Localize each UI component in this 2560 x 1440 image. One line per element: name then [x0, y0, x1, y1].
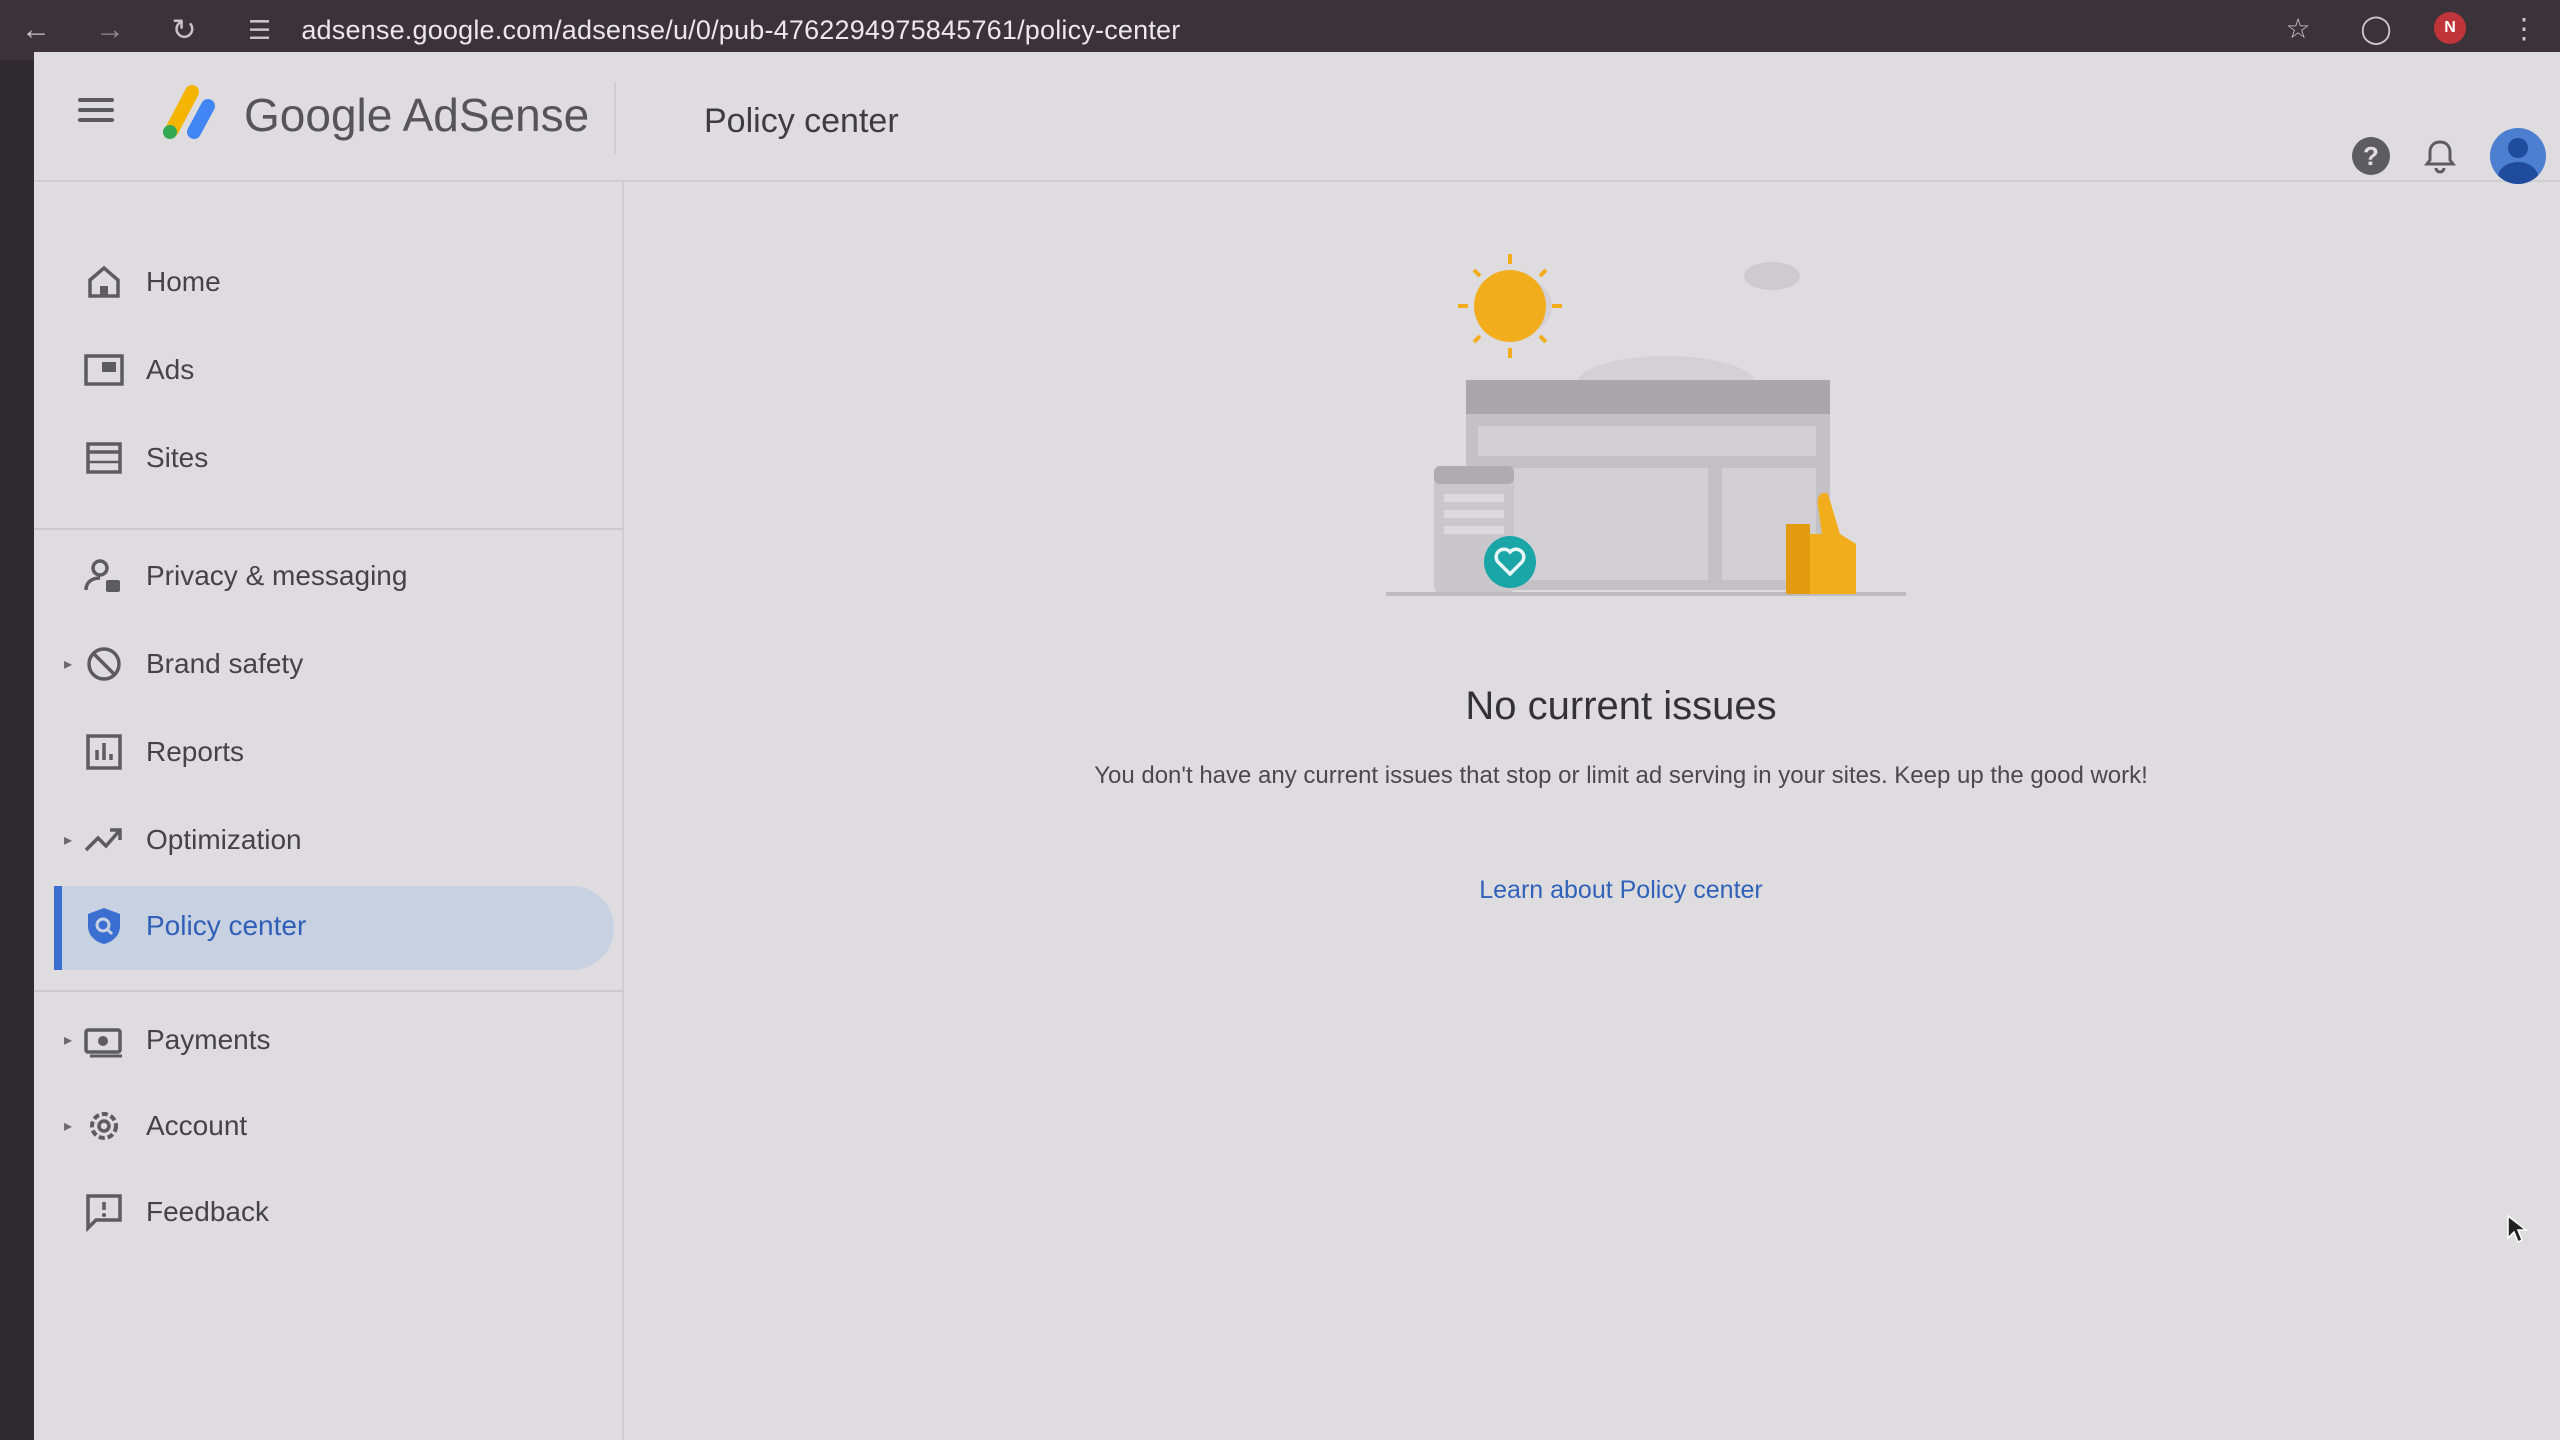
sidebar-item-label: Reports — [146, 736, 245, 767]
account-avatar[interactable] — [2490, 128, 2546, 184]
active-highlight — [54, 886, 614, 970]
sidebar-item-privacy-messaging[interactable]: Privacy & messaging — [34, 536, 614, 616]
sidebar-divider — [34, 990, 624, 992]
main-menu-icon[interactable] — [74, 92, 124, 142]
extension-icon[interactable]: ◯ — [2356, 8, 2396, 48]
empty-state-title: No current issues — [1465, 684, 1777, 728]
sidebar-item-sites[interactable]: Sites — [34, 418, 614, 498]
heart-badge-icon — [1484, 536, 1536, 588]
browser-menu-icon[interactable]: ⋮ — [2504, 8, 2544, 48]
block-icon — [87, 647, 121, 681]
sidebar-item-label: Sites — [146, 442, 209, 473]
payments-icon — [84, 1028, 122, 1058]
reload-icon[interactable]: ↻ — [160, 6, 208, 54]
sidebar-item-label: Brand safety — [146, 648, 304, 679]
sidebar-item-policy-center[interactable]: Policy center — [34, 886, 614, 970]
active-indicator — [54, 886, 62, 970]
brand-name: Google AdSense — [244, 89, 590, 141]
sidebar-item-ads[interactable]: Ads — [34, 330, 614, 410]
main-content: No current issues You don't have any cur… — [626, 184, 2560, 1440]
sidebar-item-label: Home — [146, 266, 221, 297]
notifications-bell-icon[interactable] — [2420, 136, 2460, 176]
policy-shield-icon — [88, 908, 120, 944]
privacy-icon — [84, 559, 120, 592]
expand-arrow-icon[interactable]: ▸ — [64, 654, 72, 674]
bookmark-star-icon[interactable]: ☆ — [2278, 8, 2318, 48]
sidebar-item-reports[interactable]: Reports — [34, 712, 614, 792]
expand-arrow-icon[interactable]: ▸ — [64, 1116, 72, 1136]
expand-arrow-icon[interactable]: ▸ — [64, 830, 72, 850]
back-icon[interactable]: ← — [12, 6, 60, 54]
sites-icon — [86, 442, 122, 474]
address-bar[interactable]: adsense.google.com/adsense/u/0/pub-47622… — [301, 15, 1180, 46]
no-issues-illustration — [1386, 254, 1906, 596]
adsense-app: Google AdSense Policy center ? Home Ads … — [34, 52, 2560, 1440]
browser-profile-badge[interactable]: N — [2434, 12, 2466, 44]
bar-chart-icon — [86, 734, 122, 770]
app-header: Google AdSense Policy center ? — [34, 52, 2560, 184]
sidebar-item-account[interactable]: ▸ Account — [34, 1086, 614, 1166]
sidebar-item-label: Optimization — [146, 824, 302, 855]
header-divider — [614, 82, 616, 154]
sidebar-item-label: Payments — [146, 1024, 271, 1055]
help-icon[interactable]: ? — [2352, 137, 2390, 175]
sidebar-item-brand-safety[interactable]: ▸ Brand safety — [34, 624, 614, 704]
sidebar-nav: Home Ads Sites Privacy & messaging ▸ Bra… — [34, 182, 624, 1440]
site-settings-icon[interactable]: ☰ — [248, 15, 271, 46]
sidebar-item-label: Account — [146, 1110, 248, 1141]
sidebar-item-label: Feedback — [146, 1196, 269, 1227]
page-title: Policy center — [704, 102, 899, 140]
mouse-cursor-icon — [2507, 1214, 2528, 1244]
home-icon — [88, 265, 120, 298]
sidebar-divider — [34, 528, 624, 530]
browser-toolbar: ← → ↻ ☰ adsense.google.com/adsense/u/0/p… — [0, 0, 2560, 60]
sidebar-item-feedback[interactable]: Feedback — [34, 1172, 614, 1252]
sidebar-item-payments[interactable]: ▸ Payments — [34, 1000, 614, 1080]
sidebar-item-home[interactable]: Home — [34, 242, 614, 322]
sidebar-item-label: Privacy & messaging — [146, 560, 408, 591]
sidebar-item-label: Policy center — [146, 910, 307, 941]
ads-icon — [84, 354, 124, 386]
sidebar-item-label: Ads — [146, 354, 195, 385]
forward-icon[interactable]: → — [86, 6, 134, 54]
sidebar-item-optimization[interactable]: ▸ Optimization — [34, 800, 614, 880]
empty-state-description: You don't have any current issues that s… — [1094, 762, 2148, 789]
gear-icon — [90, 1112, 118, 1140]
expand-arrow-icon[interactable]: ▸ — [64, 1030, 72, 1050]
feedback-icon — [86, 1194, 122, 1233]
learn-about-policy-center-link[interactable]: Learn about Policy center — [626, 876, 2560, 905]
trending-icon — [84, 828, 122, 852]
adsense-logo-icon — [163, 85, 215, 139]
